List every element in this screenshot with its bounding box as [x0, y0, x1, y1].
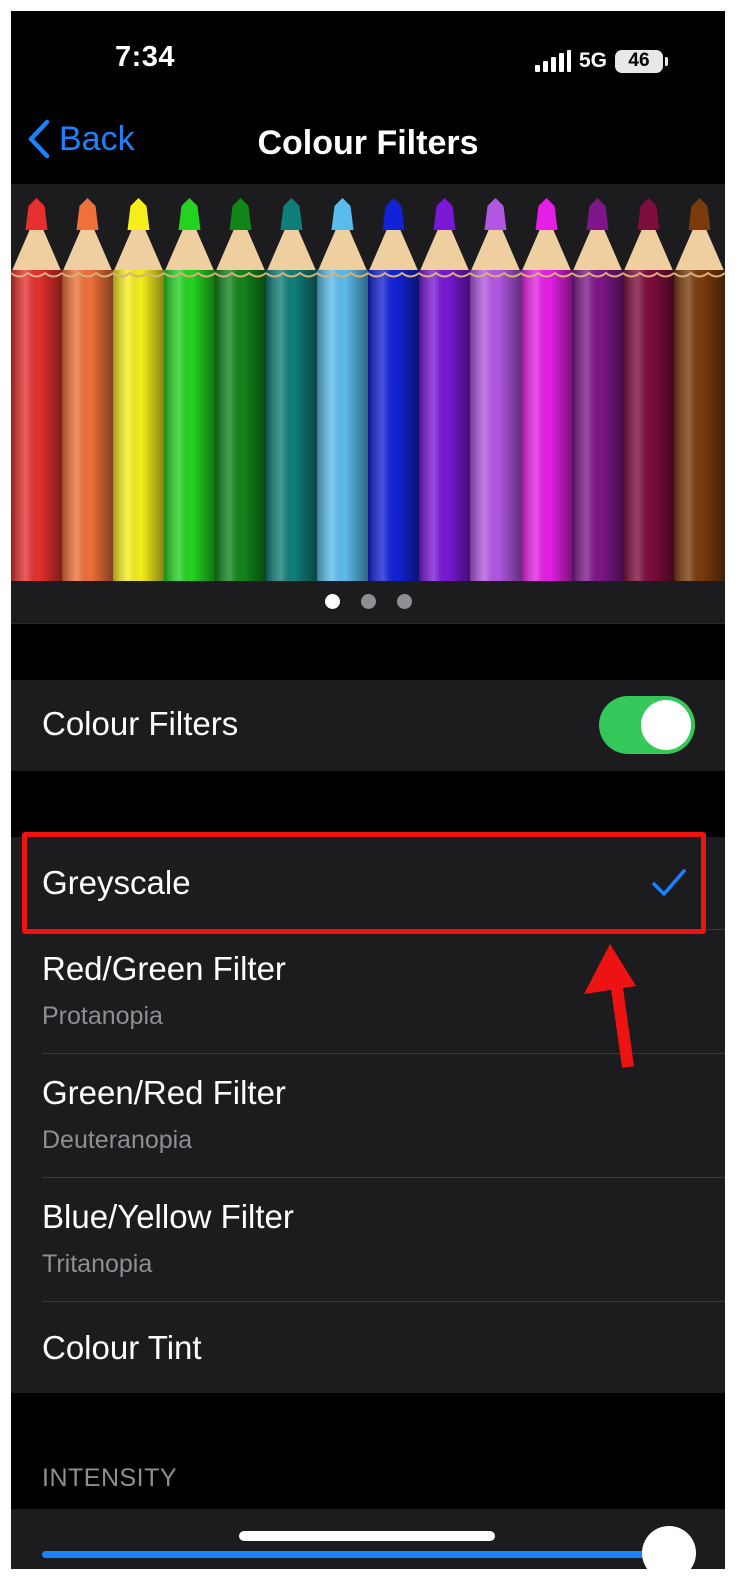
pencil [673, 198, 725, 581]
page-dot-1[interactable] [325, 594, 340, 609]
intensity-slider-track[interactable] [42, 1551, 662, 1558]
filter-subtitle: Tritanopia [42, 1250, 153, 1278]
page-title: Colour Filters [257, 124, 479, 162]
status-time: 7:34 [115, 41, 176, 73]
intensity-header: INTENSITY [42, 1464, 178, 1492]
pencil [316, 198, 369, 581]
pencil [214, 198, 267, 581]
pencil [469, 198, 522, 581]
filter-label: Red/Green Filter [42, 950, 286, 987]
status-indicators: 5G 46 [534, 49, 668, 73]
colour-preview-image[interactable] [11, 184, 725, 581]
battery-level: 46 [628, 50, 650, 71]
filter-label: Blue/Yellow Filter [42, 1198, 294, 1235]
pencil [163, 198, 216, 581]
network-type: 5G [578, 49, 607, 72]
colour-filters-label: Colour Filters [42, 705, 239, 742]
phone-screen: 7:34 5G 46 Back Colour Filters Colour Fi… [11, 11, 725, 1569]
filter-option-green-red[interactable]: Green/Red Filter Deuteranopia [11, 1054, 725, 1177]
greyscale-highlight-box [22, 832, 706, 934]
pencil [112, 198, 165, 581]
pencil [367, 198, 420, 581]
filter-subtitle: Protanopia [42, 1002, 163, 1030]
pencil [418, 198, 471, 581]
filter-label: Green/Red Filter [42, 1074, 286, 1111]
page-dot-2[interactable] [361, 594, 376, 609]
filter-subtitle: Deuteranopia [42, 1126, 193, 1154]
pencil [520, 198, 573, 581]
pencil [622, 198, 675, 581]
page-control[interactable] [11, 581, 725, 624]
pencil [265, 198, 318, 581]
cellular-signal-icon [534, 50, 571, 72]
filter-option-colour-tint[interactable]: Colour Tint [11, 1302, 725, 1393]
colour-filters-toggle-row[interactable]: Colour Filters [11, 680, 725, 771]
page-dot-3[interactable] [397, 594, 412, 609]
colour-filters-switch[interactable] [599, 696, 695, 754]
filter-label: Colour Tint [42, 1329, 202, 1366]
arrow-up-icon [584, 944, 636, 1068]
pencil [11, 198, 63, 581]
home-indicator [239, 1531, 495, 1541]
pencil [571, 198, 624, 581]
battery-icon: 46 [615, 49, 668, 73]
pencil [61, 198, 114, 581]
filter-option-blue-yellow[interactable]: Blue/Yellow Filter Tritanopia [11, 1178, 725, 1301]
